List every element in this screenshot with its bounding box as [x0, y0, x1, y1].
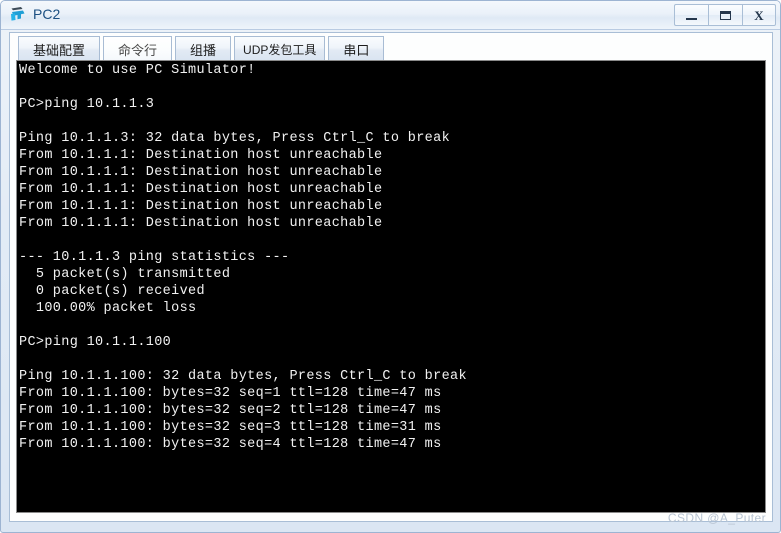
tab-label: 命令行 [118, 42, 158, 58]
maximize-icon [720, 10, 731, 20]
terminal-output: Welcome to use PC Simulator! PC>ping 10.… [19, 63, 467, 452]
minimize-icon [686, 17, 697, 20]
tab-command-line[interactable]: 命令行 [103, 36, 173, 61]
tab-label: 组播 [190, 42, 217, 58]
tab-multicast[interactable]: 组播 [175, 36, 232, 61]
close-icon: X [754, 7, 764, 23]
window-title: PC2 [33, 6, 61, 22]
minimize-button[interactable] [674, 4, 708, 26]
close-button[interactable]: X [742, 4, 776, 26]
maximize-button[interactable] [708, 4, 742, 26]
tab-basic-config[interactable]: 基础配置 [18, 36, 101, 61]
tab-label: UDP发包工具 [243, 42, 317, 57]
title-bar: PC2 X [1, 1, 780, 30]
title-bar-left: PC2 [9, 5, 60, 23]
terminal-console[interactable]: Welcome to use PC Simulator! PC>ping 10.… [16, 60, 766, 513]
tab-serial-port[interactable]: 串口 [328, 36, 385, 61]
tab-udp-sender[interactable]: UDP发包工具 [234, 36, 326, 61]
window-controls: X [674, 4, 776, 26]
content-panel: 基础配置 命令行 组播 UDP发包工具 串口 Welcome to use PC… [9, 32, 773, 522]
tab-label: 串口 [343, 42, 370, 58]
tab-bar: 基础配置 命令行 组播 UDP发包工具 串口 [10, 33, 772, 61]
tab-label: 基础配置 [33, 42, 86, 58]
pc2-window: PC2 X 基础配置 命令行 组播 UDP发包工具 串口 Welcome to … [0, 0, 781, 533]
pc-terminal-icon [9, 5, 27, 23]
